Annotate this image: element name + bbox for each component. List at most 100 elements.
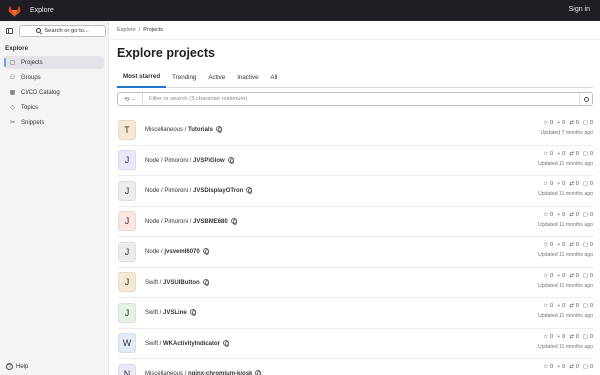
tab-most-starred[interactable]: Most starred <box>117 67 167 88</box>
project-namespace: Node / Pimoroni / <box>145 157 194 164</box>
stars-stat[interactable]: ☆ 0 <box>543 181 553 187</box>
stars-stat[interactable]: ☆ 0 <box>543 273 553 279</box>
merge-requests-stat[interactable]: ⇄ 0 <box>569 212 579 218</box>
project-avatar[interactable]: J <box>118 272 136 293</box>
stars-count: 0 <box>549 364 554 370</box>
globe-icon <box>189 309 196 317</box>
merge-requests-count: 0 <box>575 303 579 309</box>
forks-stat[interactable]: ⑂ 0 <box>557 120 565 126</box>
issues-stat[interactable]: ▢ 0 <box>583 242 593 248</box>
forks-stat[interactable]: ⑂ 0 <box>557 181 565 187</box>
project-row: J Node / Pimoroni / JVSPiGlow ☆ 0 ⑂ 0 ⇄ 0 ▢ 0… <box>117 146 593 176</box>
filter-input[interactable]: Filter or search (3 character minimum) <box>149 96 579 102</box>
merge-requests-stat[interactable]: ⇄ 0 <box>569 120 579 126</box>
stars-count: 0 <box>549 211 554 218</box>
project-avatar[interactable]: J <box>118 302 136 323</box>
forks-stat[interactable]: ⑂ 0 <box>557 273 565 279</box>
project-name-link[interactable]: Node / Pimoroni / JVSDisplayOTron <box>145 187 253 195</box>
forks-stat[interactable]: ⑂ 0 <box>557 242 565 248</box>
breadcrumb-explore[interactable]: Explore <box>117 27 136 33</box>
sign-in-link[interactable]: Sign in <box>569 6 590 13</box>
help-icon: ? <box>6 363 13 370</box>
sidebar-item-topics[interactable]: ◇ Topics <box>4 101 104 114</box>
project-avatar[interactable]: J <box>118 150 136 171</box>
forks-stat[interactable]: ⑂ 0 <box>557 151 565 157</box>
recent-searches-button[interactable]: ⟲ ⌄ <box>118 93 143 105</box>
issues-stat[interactable]: ▢ 0 <box>583 364 593 370</box>
search-button[interactable]: Search or go to... <box>19 24 106 37</box>
forks-count: 0 <box>562 242 566 248</box>
issues-stat[interactable]: ▢ 0 <box>583 273 593 279</box>
project-namespace: Swift / <box>145 310 164 317</box>
project-name-link[interactable]: Swift / WKActivityIndicator <box>145 339 230 347</box>
sidebar-item-ci-cd-catalog[interactable]: ▦ CI/CD Catalog <box>4 86 104 99</box>
project-name-link[interactable]: Miscellaneous / Tutorials <box>145 126 222 134</box>
sidebar-item-snippets[interactable]: ✂ Snippets <box>4 116 104 129</box>
issues-stat[interactable]: ▢ 0 <box>583 120 593 126</box>
stars-stat[interactable]: ☆ 0 <box>543 303 553 309</box>
project-avatar[interactable]: J <box>118 180 136 201</box>
stars-stat[interactable]: ☆ 0 <box>543 334 553 340</box>
project-avatar[interactable]: N <box>118 363 136 375</box>
filter-search-button[interactable] <box>579 93 592 105</box>
project-row: J Node / jvsveml6070 ☆ 0 ⑂ 0 ⇄ 0 ▢ 0 Updated 1… <box>117 237 593 268</box>
stars-stat[interactable]: ☆ 0 <box>543 364 553 370</box>
tab-trending[interactable]: Trending <box>166 67 202 88</box>
stars-stat[interactable]: ☆ 0 <box>543 242 553 248</box>
app-title[interactable]: Explore <box>30 7 54 14</box>
merge-requests-stat[interactable]: ⇄ 0 <box>569 303 579 309</box>
tab-all[interactable]: All <box>265 67 284 88</box>
globe-icon <box>246 187 253 195</box>
gitlab-logo-icon[interactable] <box>8 5 21 17</box>
stars-count: 0 <box>549 272 554 279</box>
project-name-link[interactable]: Swift / JVSLine <box>145 309 196 317</box>
sidebar: Search or go to... Explore ▢ Projects ⚇ Gro… <box>0 21 109 375</box>
merge-requests-stat[interactable]: ⇄ 0 <box>569 181 579 187</box>
toggle-sidebar-icon[interactable] <box>6 27 13 34</box>
project-avatar[interactable]: J <box>118 241 136 262</box>
forks-stat[interactable]: ⑂ 0 <box>557 364 565 370</box>
issues-stat[interactable]: ▢ 0 <box>583 151 593 157</box>
merge-requests-stat[interactable]: ⇄ 0 <box>569 273 579 279</box>
globe-icon <box>227 156 234 164</box>
project-name: WKActivityIndicator <box>163 340 221 347</box>
issues-stat[interactable]: ▢ 0 <box>583 334 593 340</box>
project-list: T Miscellaneous / Tutorials ☆ 0 ⑂ 0 ⇄ 0 ▢ 0 Up… <box>117 115 593 375</box>
forks-stat[interactable]: ⑂ 0 <box>557 212 565 218</box>
project-avatar[interactable]: W <box>118 333 136 354</box>
project-avatar[interactable]: J <box>118 211 136 232</box>
help-button[interactable]: ? Help <box>6 363 28 370</box>
project-name-link[interactable]: Miscellaneous / nginx-chromium-kiosk <box>145 370 262 375</box>
merge-requests-stat[interactable]: ⇄ 0 <box>569 151 579 157</box>
issues-stat[interactable]: ▢ 0 <box>583 303 593 309</box>
search-button-label: Search or go to... <box>44 27 89 34</box>
tab-active[interactable]: Active <box>202 67 231 88</box>
tab-inactive[interactable]: Inactive <box>231 67 264 88</box>
globe-icon <box>255 370 262 375</box>
sidebar-item-groups[interactable]: ⚇ Groups <box>4 71 104 84</box>
project-avatar[interactable]: T <box>118 119 136 140</box>
issues-stat[interactable]: ▢ 0 <box>583 181 593 187</box>
merge-requests-stat[interactable]: ⇄ 0 <box>569 242 579 248</box>
globe-icon <box>223 339 230 347</box>
forks-stat[interactable]: ⑂ 0 <box>557 334 565 340</box>
stars-stat[interactable]: ☆ 0 <box>543 151 553 157</box>
project-name: JVSPiGlow <box>193 157 225 164</box>
project-name-link[interactable]: Node / jvsveml6070 <box>145 248 209 256</box>
forks-stat[interactable]: ⑂ 0 <box>557 303 565 309</box>
issues-count: 0 <box>589 333 593 340</box>
projects-icon: ▢ <box>9 60 16 66</box>
project-name-link[interactable]: Node / Pimoroni / JVSPiGlow <box>145 156 234 164</box>
updated-timestamp: Updated 11 months ago <box>538 282 593 289</box>
breadcrumb-current[interactable]: Projects <box>143 27 163 33</box>
project-name-link[interactable]: Node / Pimoroni / JVSBME680 <box>145 217 237 225</box>
merge-requests-stat[interactable]: ⇄ 0 <box>569 334 579 340</box>
issues-stat[interactable]: ▢ 0 <box>583 212 593 218</box>
stars-stat[interactable]: ☆ 0 <box>543 212 553 218</box>
sidebar-item-projects[interactable]: ▢ Projects <box>4 56 104 69</box>
merge-requests-stat[interactable]: ⇄ 0 <box>569 364 579 370</box>
catalog-icon: ▦ <box>9 90 16 96</box>
project-name-link[interactable]: Swift / JVSUIButton <box>145 278 209 286</box>
stars-count: 0 <box>549 242 554 248</box>
stars-stat[interactable]: ☆ 0 <box>543 120 553 126</box>
